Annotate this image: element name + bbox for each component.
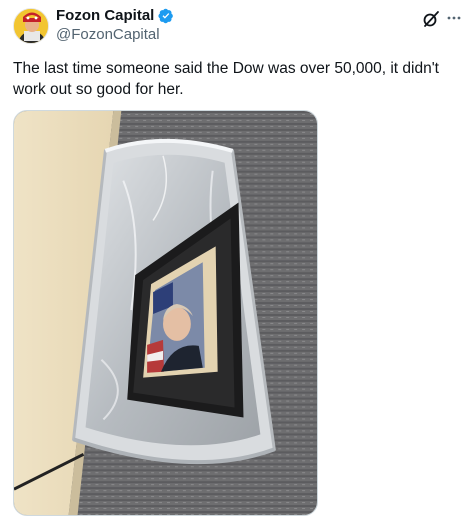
display-name[interactable]: Fozon Capital [56,6,154,25]
tweet-photo[interactable] [13,110,318,516]
display-name-row: Fozon Capital [56,6,174,25]
verified-badge-icon[interactable] [158,8,174,24]
photo-trash-can-with-portrait [14,111,317,515]
author-block: Fozon Capital @FozonCapital [56,6,174,44]
avatar-image [14,9,48,43]
more-icon[interactable] [445,9,463,27]
author-handle[interactable]: @FozonCapital [56,25,174,44]
grok-icon[interactable] [422,10,440,28]
tweet-text: The last time someone said the Dow was o… [13,60,439,98]
avatar[interactable] [13,8,49,44]
